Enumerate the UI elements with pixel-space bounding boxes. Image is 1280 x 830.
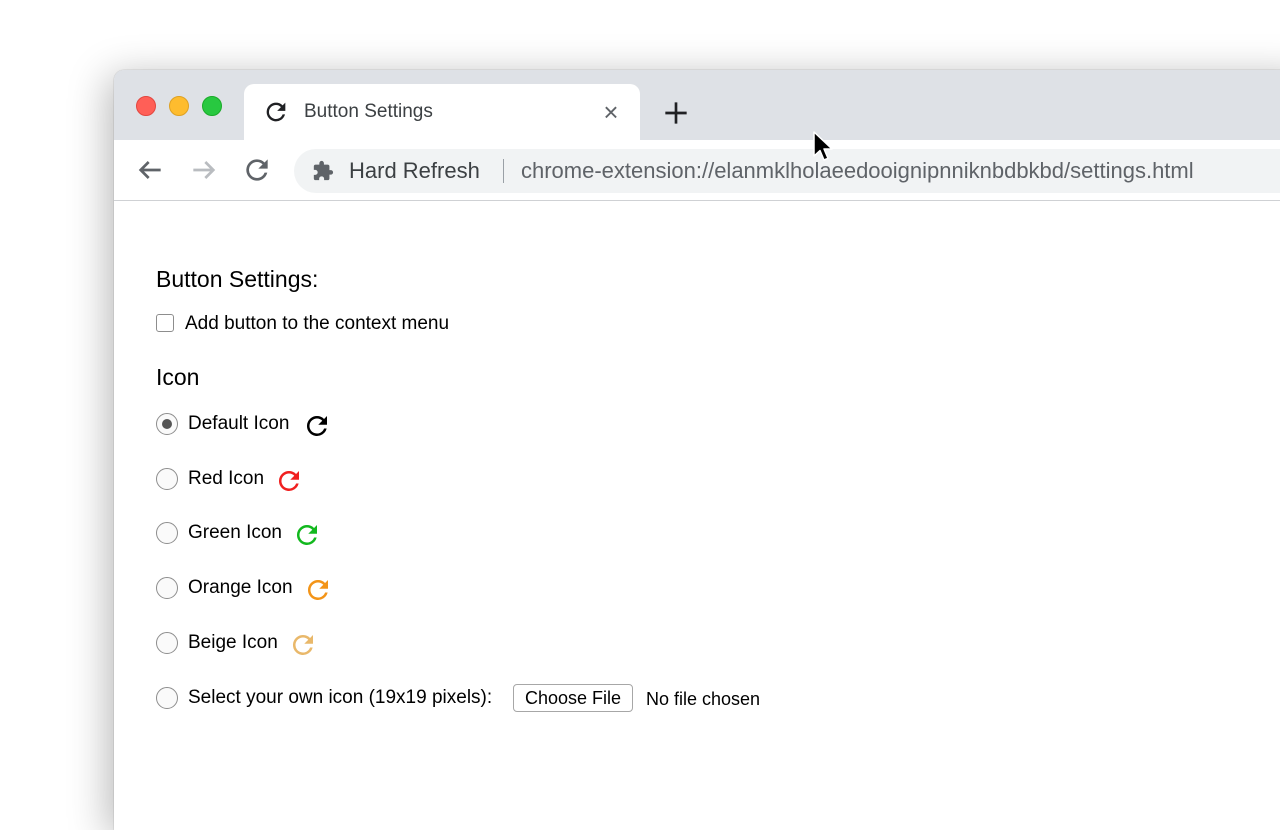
mouse-cursor-icon <box>812 131 834 163</box>
choose-file-button[interactable]: Choose File <box>513 684 633 712</box>
icon-option-label: Beige Icon <box>188 631 278 655</box>
context-menu-checkbox[interactable] <box>156 314 174 332</box>
settings-page: Button Settings: Add button to the conte… <box>114 201 1280 830</box>
icon-option-label: Green Icon <box>188 521 282 545</box>
reload-icon[interactable] <box>241 154 273 186</box>
extension-name: Hard Refresh <box>349 159 480 183</box>
icon-option-label: Default Icon <box>188 412 289 436</box>
tab-title: Button Settings <box>304 100 433 124</box>
radio-default[interactable] <box>156 413 178 435</box>
address-bar[interactable]: Hard Refresh chrome-extension://elanmklh… <box>294 149 1280 193</box>
maximize-window-button[interactable] <box>202 96 222 116</box>
minimize-window-button[interactable] <box>169 96 189 116</box>
file-status: No file chosen <box>646 688 760 710</box>
tab-button-settings[interactable]: Button Settings × <box>244 84 640 140</box>
arrow-left-icon[interactable] <box>134 154 166 186</box>
plus-icon[interactable] <box>660 97 692 129</box>
browser-window: Button Settings × Hard Refresh chrome-ex… <box>114 70 1280 830</box>
radio-red[interactable] <box>156 468 178 490</box>
toolbar: Hard Refresh chrome-extension://elanmklh… <box>114 140 1280 201</box>
icon-option-label: Red Icon <box>188 467 264 491</box>
refresh-icon-red <box>274 466 304 496</box>
radio-orange[interactable] <box>156 577 178 599</box>
icon-section-title: Icon <box>156 363 199 391</box>
refresh-icon-black <box>302 411 332 441</box>
radio-beige[interactable] <box>156 632 178 654</box>
arrow-right-icon[interactable] <box>188 154 220 186</box>
radio-green[interactable] <box>156 522 178 544</box>
refresh-icon-green <box>292 520 322 550</box>
refresh-icon <box>262 98 290 126</box>
close-window-button[interactable] <box>136 96 156 116</box>
url-text[interactable]: chrome-extension://elanmklholaeedooignip… <box>521 159 1194 183</box>
context-menu-label: Add button to the context menu <box>185 312 449 336</box>
custom-icon-label: Select your own icon (19x19 pixels): <box>188 686 492 710</box>
tab-strip: Button Settings × <box>114 70 1280 140</box>
icon-option-label: Orange Icon <box>188 576 293 600</box>
page-title: Button Settings: <box>156 265 318 293</box>
refresh-icon-orange <box>303 575 333 605</box>
radio-custom[interactable] <box>156 687 178 709</box>
omnibox-divider <box>503 159 504 183</box>
puzzle-icon <box>312 160 334 182</box>
refresh-icon-beige <box>288 630 318 660</box>
tab-close-icon[interactable]: × <box>598 99 624 125</box>
